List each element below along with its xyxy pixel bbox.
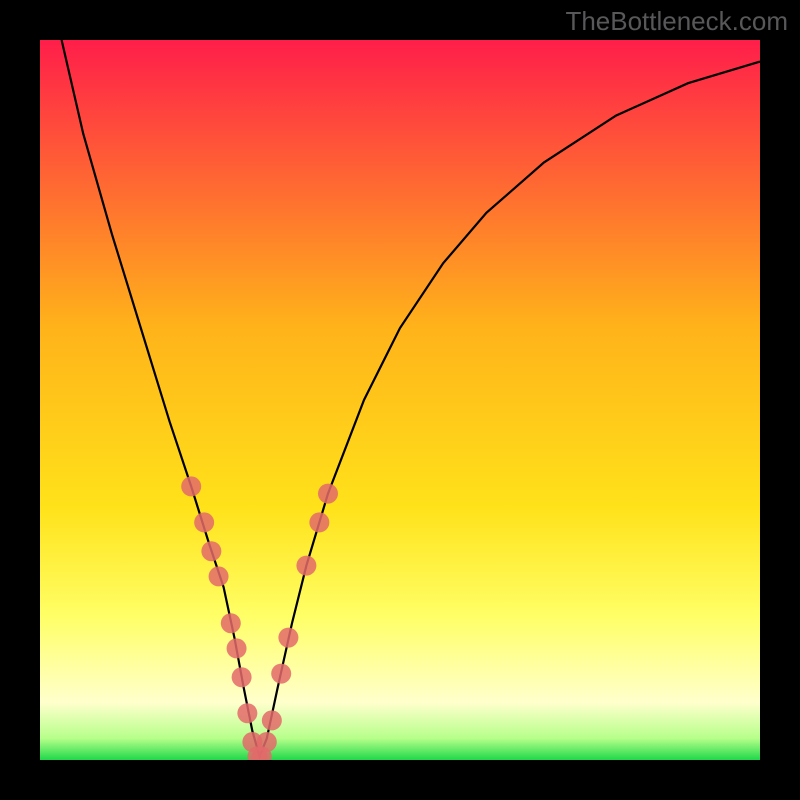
marker-point (181, 476, 201, 496)
marker-point (227, 638, 247, 658)
plot-area (40, 40, 760, 760)
chart-container: TheBottleneck.com (0, 0, 800, 800)
marker-point (201, 541, 221, 561)
marker-point (309, 512, 329, 532)
marker-point (296, 556, 316, 576)
marker-point (194, 512, 214, 532)
gradient-background (40, 40, 760, 760)
chart-svg (40, 40, 760, 760)
marker-point (209, 566, 229, 586)
marker-point (221, 613, 241, 633)
marker-point (271, 664, 291, 684)
marker-point (237, 703, 257, 723)
marker-point (318, 484, 338, 504)
marker-point (257, 732, 277, 752)
marker-point (232, 667, 252, 687)
marker-point (278, 628, 298, 648)
watermark-text: TheBottleneck.com (565, 6, 788, 37)
marker-point (262, 710, 282, 730)
